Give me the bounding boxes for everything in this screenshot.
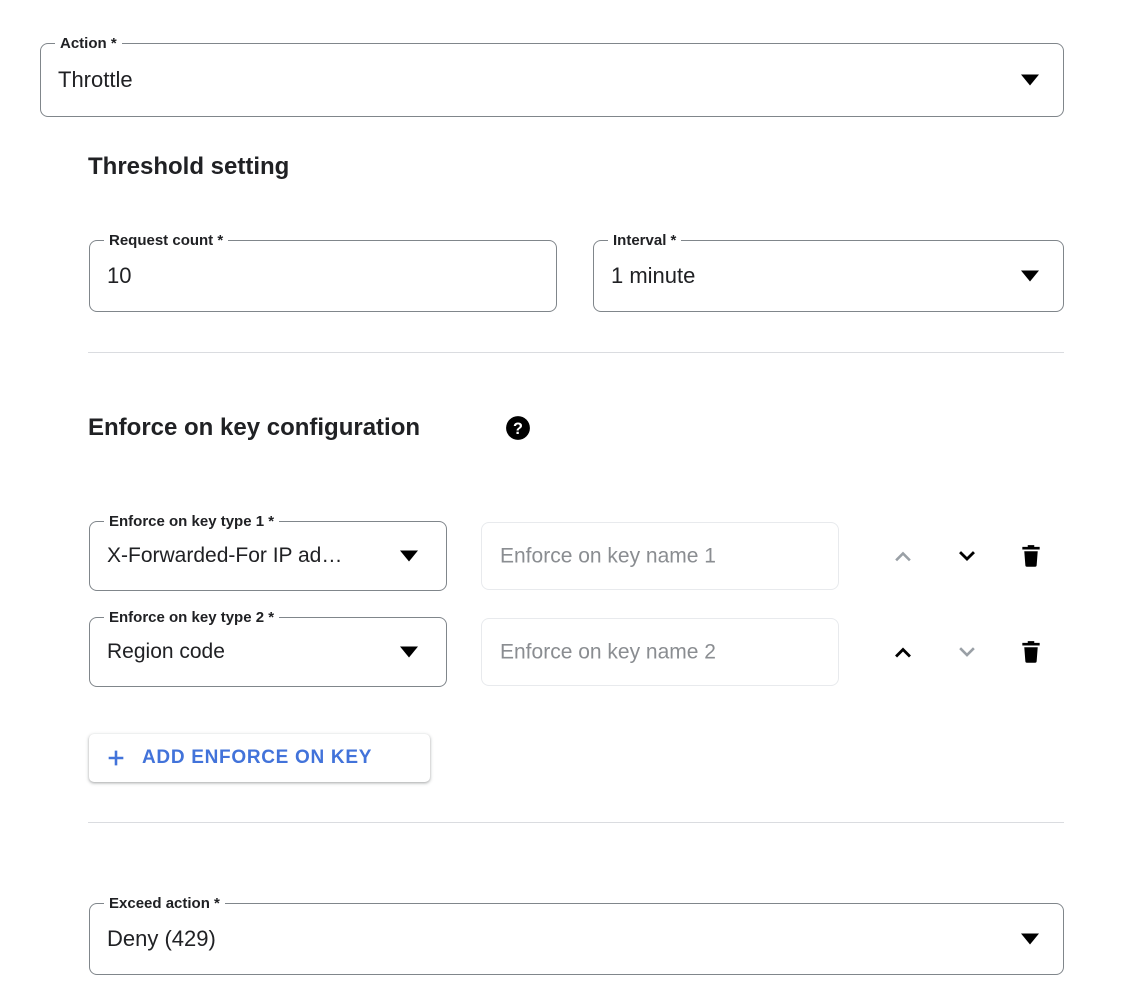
enforce-on-key-type-1-select[interactable]: Enforce on key type 1 * X-Forwarded-For … bbox=[89, 513, 447, 591]
enforce-on-key-type-2-value: Region code bbox=[107, 640, 225, 663]
chevron-down-icon bbox=[1021, 933, 1039, 945]
move-up-row-2-button[interactable] bbox=[883, 632, 923, 672]
trash-icon bbox=[1022, 641, 1040, 663]
interval-select[interactable]: Interval * 1 minute bbox=[593, 232, 1064, 312]
request-count-value: 10 bbox=[107, 263, 132, 288]
chevron-down-icon bbox=[1021, 74, 1039, 86]
enforce-on-key-heading: Enforce on key configuration bbox=[88, 414, 421, 441]
enforce-on-key-type-1-value: X-Forwarded-For IP ad… bbox=[107, 544, 343, 567]
action-value: Throttle bbox=[58, 67, 133, 92]
enforce-on-key-name-2-input[interactable]: Enforce on key name 2 bbox=[481, 618, 839, 686]
divider-threshold bbox=[88, 352, 1064, 353]
enforce-on-key-name-2-placeholder: Enforce on key name 2 bbox=[500, 640, 716, 664]
interval-label: Interval * bbox=[608, 232, 682, 250]
chevron-up-icon bbox=[895, 551, 911, 562]
delete-row-2-button[interactable] bbox=[1011, 632, 1051, 672]
move-down-row-2-button[interactable] bbox=[947, 632, 987, 672]
exceed-action-label: Exceed action * bbox=[104, 895, 225, 913]
move-up-row-1-button[interactable] bbox=[883, 536, 923, 576]
interval-value: 1 minute bbox=[611, 263, 696, 288]
exceed-action-select[interactable]: Exceed action * Deny (429) bbox=[89, 895, 1064, 975]
chevron-up-icon bbox=[895, 647, 911, 658]
threshold-setting-heading: Threshold setting bbox=[88, 153, 290, 180]
delete-row-1-button[interactable] bbox=[1011, 536, 1051, 576]
enforce-on-key-type-1-label: Enforce on key type 1 * bbox=[104, 513, 280, 531]
enforce-on-key-type-2-select[interactable]: Enforce on key type 2 * Region code bbox=[89, 609, 447, 687]
chevron-down-icon bbox=[959, 551, 975, 562]
chevron-down-icon bbox=[400, 550, 418, 562]
enforce-on-key-name-1-input[interactable]: Enforce on key name 1 bbox=[481, 522, 839, 590]
add-enforce-on-key-button[interactable]: ADD ENFORCE ON KEY bbox=[89, 734, 430, 782]
move-down-row-1-button[interactable] bbox=[947, 536, 987, 576]
chevron-down-icon bbox=[400, 646, 418, 658]
chevron-down-icon bbox=[1021, 270, 1039, 282]
action-label: Action * bbox=[55, 35, 122, 53]
help-circle-icon[interactable]: ? bbox=[505, 415, 531, 441]
action-select[interactable]: Action * Throttle bbox=[40, 35, 1064, 117]
exceed-action-value: Deny (429) bbox=[107, 926, 216, 951]
trash-icon bbox=[1022, 545, 1040, 567]
plus-icon bbox=[105, 747, 127, 769]
svg-text:?: ? bbox=[513, 420, 523, 438]
enforce-on-key-name-1-placeholder: Enforce on key name 1 bbox=[500, 544, 716, 568]
request-count-input[interactable]: Request count * 10 bbox=[89, 232, 557, 312]
add-enforce-on-key-label: ADD ENFORCE ON KEY bbox=[142, 747, 373, 768]
chevron-down-icon bbox=[959, 647, 975, 657]
divider-enforce-on-key bbox=[88, 822, 1064, 823]
enforce-on-key-type-2-label: Enforce on key type 2 * bbox=[104, 609, 280, 627]
request-count-label: Request count * bbox=[104, 232, 229, 250]
